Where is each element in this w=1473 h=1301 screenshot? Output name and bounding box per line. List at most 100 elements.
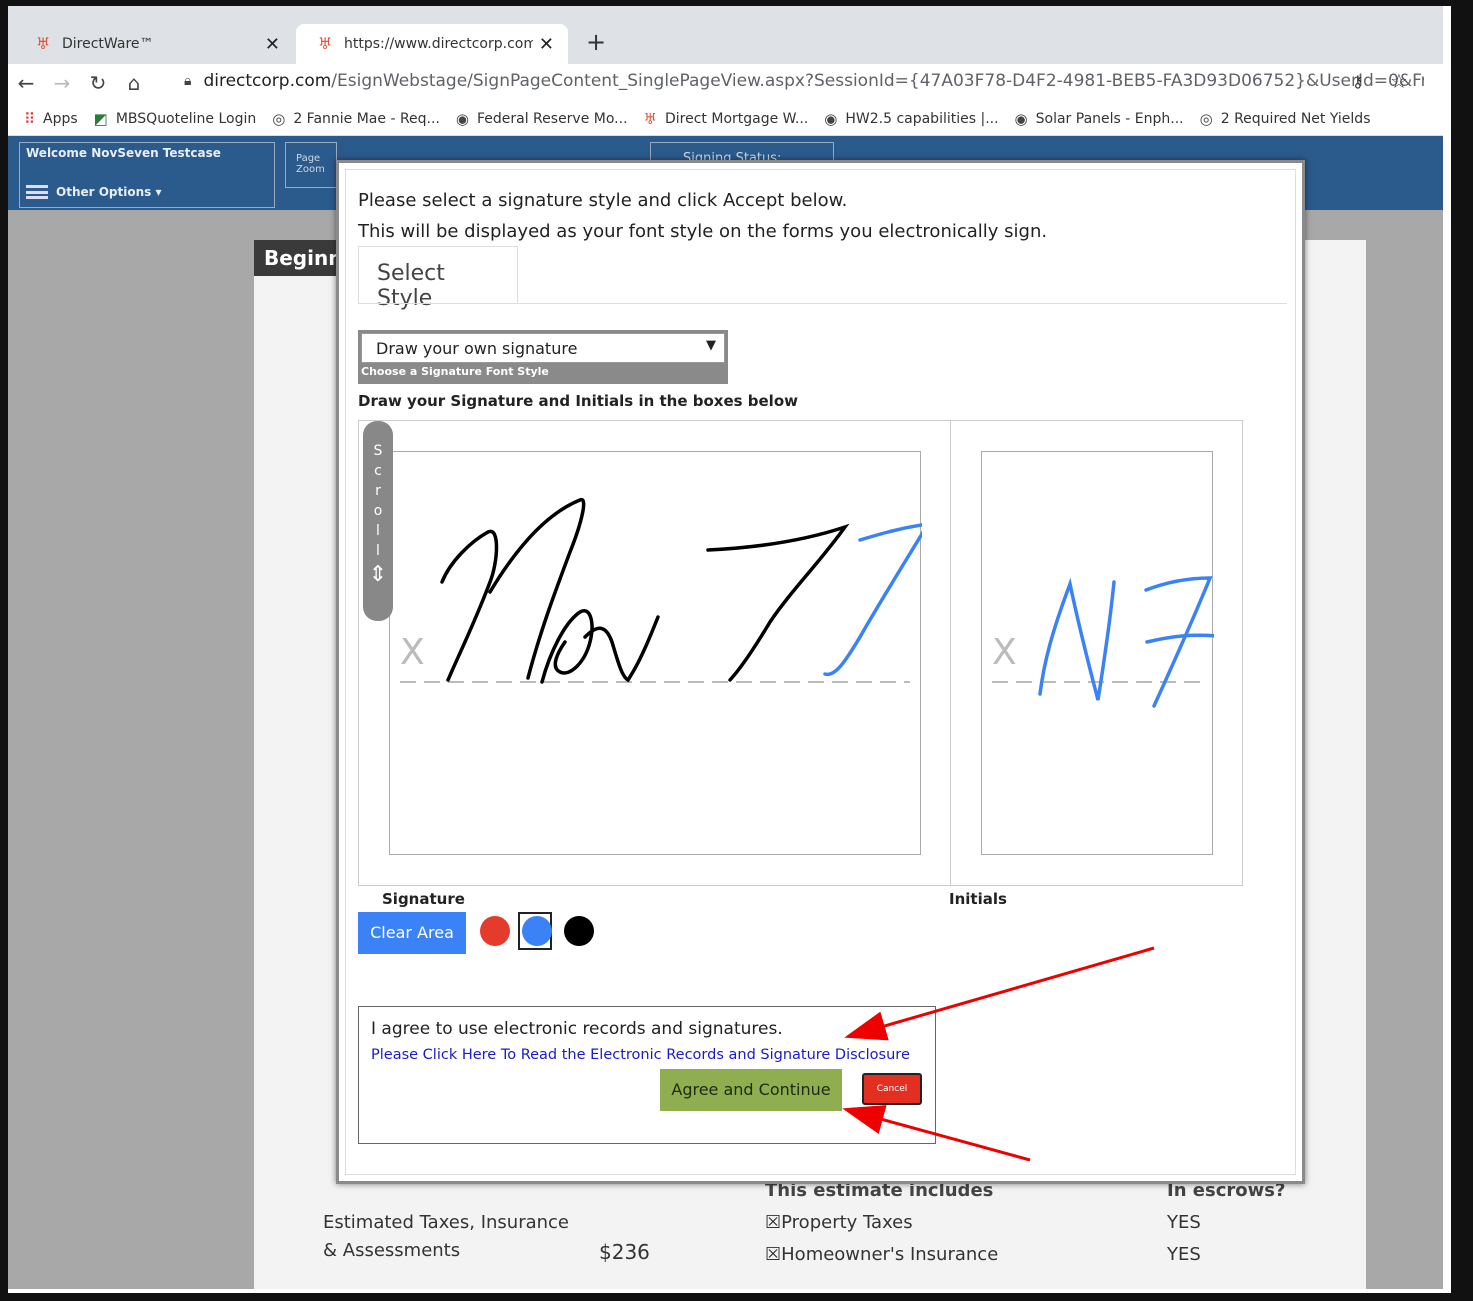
instruction-line-1: Please select a signature style and clic… — [358, 190, 848, 211]
bookmark-fannie-mae[interactable]: ◎ 2 Fannie Mae - Req... — [272, 110, 440, 128]
consent-panel: I agree to use electronic records and si… — [358, 1006, 936, 1144]
select-value: Draw your own signature — [376, 339, 578, 358]
bookmark-federal-reserve[interactable]: ◉ Federal Reserve Mo... — [456, 110, 628, 128]
bookmark-net-yields[interactable]: ◎ 2 Required Net Yields — [1200, 110, 1371, 128]
bookmark-apps[interactable]: ⠿ Apps — [24, 110, 78, 128]
homeowners-insurance: ☒Homeowner's Insurance — [765, 1244, 998, 1265]
initials-label: Initials — [949, 890, 1007, 908]
tab-directware[interactable]: ♅ DirectWare™ ✕ — [14, 24, 294, 64]
bookmarks-bar: ⠿ Apps ◩ MBSQuoteline Login ◎ 2 Fannie Mae … — [8, 102, 1443, 136]
draw-instructions: Draw your Signature and Initials in the … — [358, 392, 798, 410]
bookmark-label: 2 Fannie Mae - Req... — [293, 110, 440, 127]
directware-icon: ♅ — [318, 34, 333, 53]
globe-icon: ◎ — [272, 109, 286, 128]
bookmark-label: Direct Mortgage W... — [665, 110, 809, 127]
vertical-arrows-icon: ⇕ — [368, 562, 388, 587]
canvas-divider — [950, 421, 951, 885]
scroll-handle[interactable]: S c r o l l ⇕ — [363, 421, 393, 621]
tab-title: DirectWare™ — [62, 36, 154, 52]
bookmark-label: Apps — [43, 110, 78, 127]
initials-canvas[interactable]: X — [981, 451, 1214, 855]
tab-esign[interactable]: ♅ https://www.directcorp.com/Esig ✕ — [296, 24, 568, 64]
color-blue-button[interactable] — [522, 916, 552, 946]
color-red-button[interactable] — [480, 916, 510, 946]
homeowners-insurance-label: Homeowner's Insurance — [781, 1244, 999, 1265]
scroll-letter: r — [375, 483, 381, 499]
browser-toolbar: ← → ↻ ⌂ 🔒︎ directcorp.com /EsignWebstage… — [8, 64, 1443, 102]
home-icon[interactable]: ⌂ — [116, 71, 152, 95]
scroll-letter: l — [376, 523, 380, 539]
reload-icon[interactable]: ↻ — [80, 71, 116, 95]
yes-property: YES — [1167, 1212, 1201, 1233]
other-options-label: Other Options — [56, 185, 152, 199]
bookmark-label: MBSQuoteline Login — [115, 110, 257, 127]
bookmark-label: Federal Reserve Mo... — [476, 110, 628, 127]
back-icon[interactable]: ← — [8, 71, 44, 95]
signature-canvas[interactable]: X — [389, 451, 922, 855]
caret-down-icon: ▼ — [706, 338, 716, 353]
url-path: /EsignWebstage/SignPageContent_SinglePag… — [331, 71, 1424, 91]
page-zoom-panel: Page Zoom — [285, 142, 337, 188]
checkbox-icon: ☒ — [765, 1244, 782, 1265]
clear-area-button[interactable]: Clear Area — [358, 912, 466, 954]
instruction-line-2: This will be displayed as your font styl… — [358, 221, 1048, 242]
star-icon[interactable]: ☆ — [1390, 69, 1408, 93]
globe-icon: ◉ — [824, 109, 838, 128]
directware-icon: ♅ — [643, 109, 657, 128]
scroll-letter: c — [374, 463, 382, 479]
welcome-text: Welcome NovSeven Testcase — [26, 146, 221, 160]
bookmark-mbsquoteline[interactable]: ◩ MBSQuoteline Login — [94, 110, 257, 128]
key-icon[interactable]: ⚷ — [1352, 72, 1364, 91]
tab-strip: ♅ DirectWare™ ✕ ♅ https://www.directcorp… — [8, 6, 1443, 64]
tab-title: https://www.directcorp.com/Esig — [344, 36, 533, 52]
assessments-label: & Assessments — [323, 1240, 461, 1261]
directware-icon: ♅ — [36, 34, 51, 53]
globe-icon: ◎ — [1199, 109, 1213, 128]
close-icon[interactable]: ✕ — [539, 34, 554, 55]
drawing-area: X X S c r o l l ⇕ — [358, 420, 1243, 886]
bookmark-hw25[interactable]: ◉ HW2.5 capabilities |... — [824, 110, 998, 128]
property-taxes: ☒Property Taxes — [765, 1212, 913, 1233]
modal-body: Please select a signature style and clic… — [345, 169, 1296, 1175]
taxes-label: Estimated Taxes, Insurance — [323, 1212, 570, 1233]
browser-window: ♅ DirectWare™ ✕ ♅ https://www.directcorp… — [8, 6, 1443, 1289]
other-options-menu[interactable]: Other Options ▾ — [26, 185, 162, 199]
address-bar[interactable]: 🔒︎ directcorp.com /EsignWebstage/SignPag… — [174, 64, 1424, 98]
tab-select-style[interactable]: Select Style — [358, 246, 518, 311]
signature-label: Signature — [382, 890, 465, 908]
forward-icon[interactable]: → — [44, 71, 80, 95]
bookmark-solar-panels[interactable]: ◉ Solar Panels - Enph... — [1015, 110, 1184, 128]
disclosure-link[interactable]: Please Click Here To Read the Electronic… — [371, 1047, 910, 1063]
escrow-amount: $236 — [599, 1240, 650, 1264]
document-title: Beginni — [254, 240, 344, 276]
chart-icon: ◩ — [93, 109, 108, 128]
property-taxes-label: Property Taxes — [781, 1212, 913, 1233]
bookmark-label: 2 Required Net Yields — [1220, 110, 1371, 127]
agree-continue-button[interactable]: Agree and Continue — [660, 1069, 842, 1111]
yes-insurance: YES — [1167, 1244, 1201, 1265]
bookmark-direct-mortgage[interactable]: ♅ Direct Mortgage W... — [644, 110, 809, 128]
lock-icon: 🔒︎ — [184, 73, 192, 89]
signature-drawing — [400, 497, 922, 684]
checkbox-icon: ☒ — [765, 1212, 782, 1233]
cancel-button[interactable]: Cancel — [862, 1073, 922, 1105]
url-host: directcorp.com — [203, 71, 332, 91]
consent-text: I agree to use electronic records and si… — [371, 1019, 783, 1039]
scroll-letter: S — [373, 443, 383, 459]
signature-modal: Please select a signature style and clic… — [336, 160, 1305, 1184]
color-black-button[interactable] — [564, 916, 594, 946]
apps-grid-icon: ⠿ — [24, 109, 35, 128]
scroll-letter: o — [373, 503, 383, 519]
select-caption: Choose a Signature Font Style — [361, 365, 549, 378]
new-tab-button[interactable]: + — [586, 28, 606, 56]
globe-icon: ◉ — [455, 109, 469, 128]
bookmark-label: Solar Panels - Enph... — [1035, 110, 1184, 127]
page-label: Page — [296, 153, 321, 164]
caret-down-icon: ▾ — [151, 185, 162, 199]
hamburger-icon — [26, 185, 48, 199]
close-icon[interactable]: ✕ — [265, 34, 280, 55]
signature-style-select-group: Draw your own signature ▼ Choose a Signa… — [358, 330, 728, 384]
bookmark-label: HW2.5 capabilities |... — [845, 110, 999, 127]
signature-style-select[interactable]: Draw your own signature ▼ — [361, 333, 725, 363]
zoom-label: Zoom — [296, 164, 325, 175]
